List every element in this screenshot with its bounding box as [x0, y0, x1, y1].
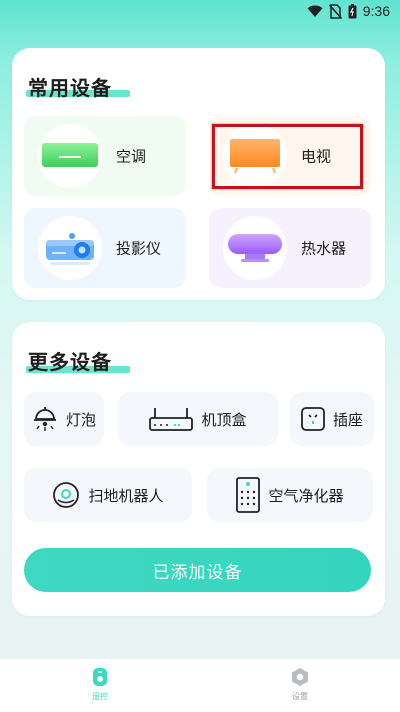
socket-icon [301, 407, 325, 431]
no-sim-icon [328, 3, 342, 19]
more-devices-title: 更多设备 [28, 350, 112, 374]
robot-vacuum-icon [53, 482, 80, 508]
air-purifier-icon [236, 477, 261, 513]
device-label: 扫地机器人 [88, 486, 164, 505]
tab-label: 遥控 [92, 692, 108, 701]
device-label: 机顶盒 [201, 410, 247, 429]
device-tile-air-conditioner[interactable]: 空调 [24, 116, 186, 196]
device-icon-circle [38, 216, 102, 280]
device-tile-robot-vacuum[interactable]: 扫地机器人 [24, 468, 192, 522]
set-top-box-icon [149, 408, 194, 431]
device-icon-circle [223, 216, 287, 280]
light-bulb-icon [33, 407, 56, 431]
remote-icon [93, 668, 107, 686]
status-bar: 9:36 [0, 0, 400, 24]
bottom-tab-bar: 遥控 设置 [0, 658, 400, 712]
device-tile-socket[interactable]: 插座 [290, 392, 374, 446]
device-tile-water-heater[interactable]: 热水器 [209, 208, 371, 288]
wifi-icon [307, 5, 323, 17]
water-heater-icon [228, 234, 282, 262]
tab-settings[interactable]: 设置 [270, 667, 330, 702]
device-label: 灯泡 [65, 410, 96, 429]
battery-icon [348, 3, 357, 18]
highlight-box [212, 124, 363, 189]
device-label: 插座 [332, 410, 363, 429]
common-devices-title: 常用设备 [28, 76, 112, 100]
tab-label: 设置 [292, 692, 308, 701]
device-label: 投影仪 [116, 239, 162, 258]
projector-icon [46, 233, 94, 265]
device-tile-set-top-box[interactable]: 机顶盒 [118, 392, 278, 446]
air-conditioner-icon [42, 143, 98, 167]
device-tile-projector[interactable]: 投影仪 [24, 208, 186, 288]
status-time: 9:36 [362, 3, 390, 19]
added-devices-button[interactable]: 已添加设备 [24, 548, 371, 592]
device-label: 热水器 [301, 239, 347, 258]
device-tile-light-bulb[interactable]: 灯泡 [24, 392, 104, 446]
device-label: 空调 [116, 147, 147, 166]
device-tile-air-purifier[interactable]: 空气净化器 [207, 468, 373, 522]
tab-remote[interactable]: 遥控 [70, 667, 130, 702]
status-icons: 9:36 [307, 3, 390, 19]
device-label: 空气净化器 [268, 486, 344, 505]
settings-icon [292, 668, 308, 686]
device-icon-circle [38, 124, 102, 188]
